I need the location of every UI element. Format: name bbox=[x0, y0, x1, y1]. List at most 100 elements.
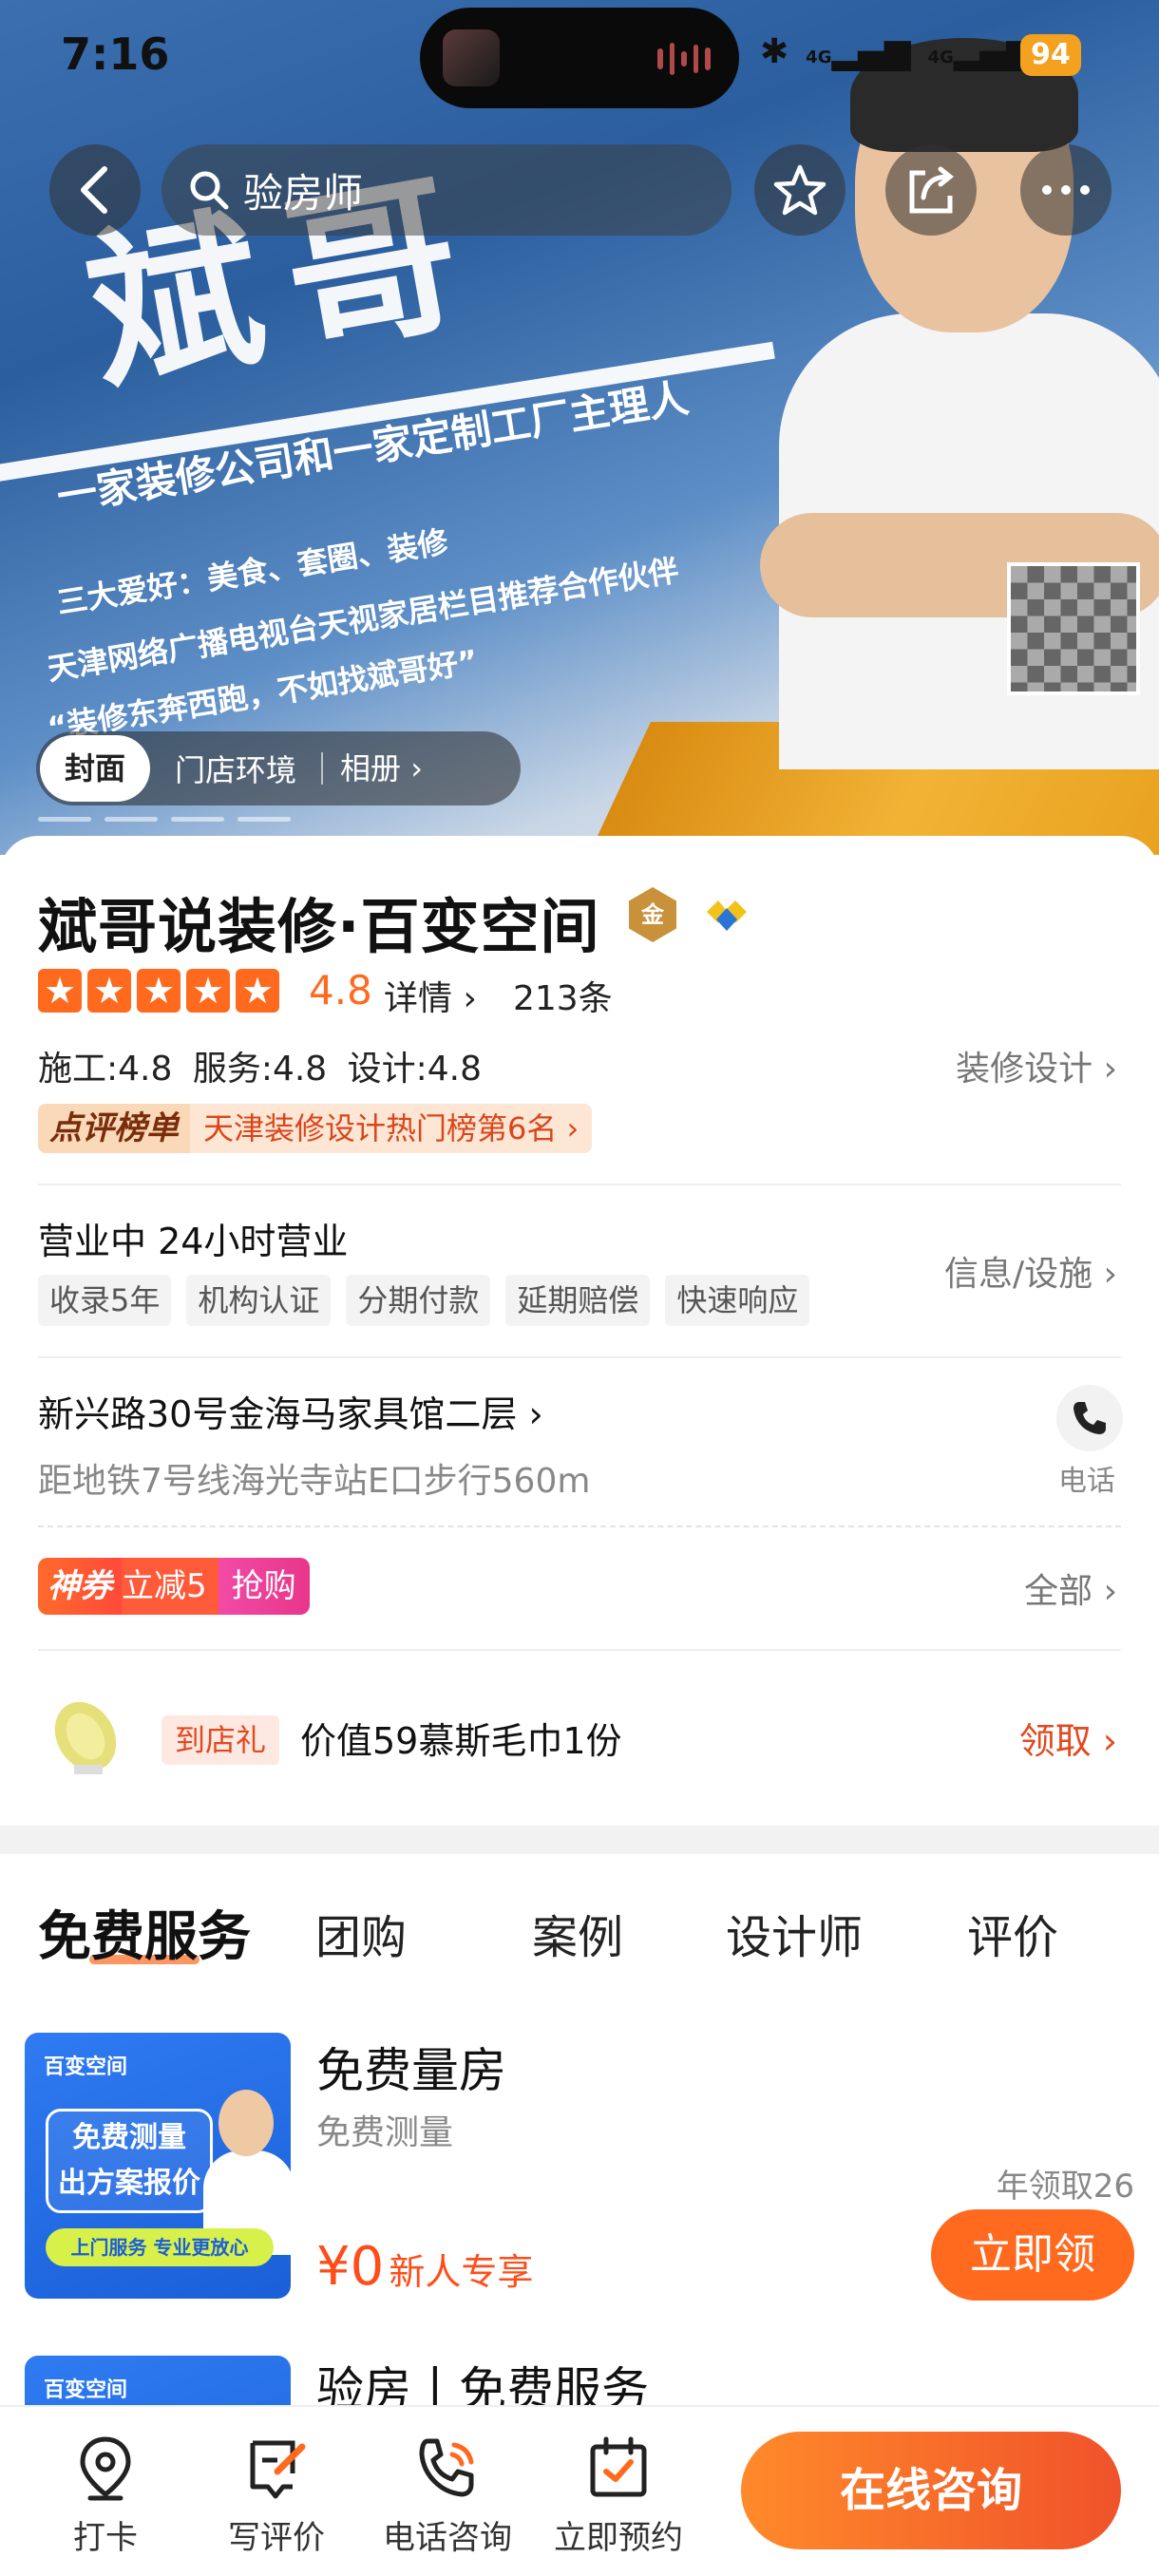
tab-group-buy[interactable]: 团购 bbox=[315, 1900, 407, 1966]
gift-description: 价值59慕斯毛巾1份 bbox=[300, 1720, 622, 1762]
online-consult-button[interactable]: 在线咨询 bbox=[741, 2432, 1121, 2549]
phone-icon bbox=[1074, 1402, 1106, 1434]
tab-store-environment[interactable]: 门店环境 bbox=[150, 747, 321, 790]
more-button[interactable] bbox=[1020, 144, 1112, 236]
product-image-slogan: 上门服务 专业更放心 bbox=[46, 2228, 274, 2266]
search-bar[interactable]: 验房师 bbox=[162, 144, 732, 236]
coupon-discount: 立减5 bbox=[122, 1558, 218, 1615]
clock: 7:16 bbox=[61, 28, 170, 80]
tab-free-service[interactable]: 免费服务 bbox=[38, 1894, 251, 1971]
product-subtitle: 免费测量 bbox=[316, 2113, 454, 2152]
bottom-action-bar: 打卡 写评价 电话咨询 立即预约 在线咨询 bbox=[0, 2405, 1159, 2576]
battery-icon: 94 bbox=[1020, 34, 1081, 76]
app-icon bbox=[443, 29, 500, 86]
tab-album[interactable]: 相册 › bbox=[321, 752, 447, 785]
checkin-button[interactable]: 打卡 bbox=[25, 2435, 186, 2558]
address-link[interactable]: 新兴路30号金海马家具馆二层 › bbox=[38, 1385, 543, 1437]
back-button[interactable] bbox=[49, 144, 141, 236]
claim-gift-link[interactable]: 领取 › bbox=[1019, 1712, 1117, 1764]
info-facilities-link[interactable]: 信息/设施 › bbox=[944, 1246, 1117, 1296]
claim-now-button[interactable]: 立即领 bbox=[931, 2209, 1134, 2301]
share-icon bbox=[909, 166, 955, 214]
phone-consult-button[interactable]: 电话咨询 bbox=[367, 2435, 528, 2558]
divider bbox=[38, 1356, 1121, 1358]
details-link-label: 详情 bbox=[384, 979, 453, 1018]
product-image-brand: 百变空间 bbox=[44, 2055, 128, 2079]
business-hours: 营业中 24小时营业 bbox=[38, 1221, 349, 1262]
star-icon bbox=[773, 164, 826, 216]
write-review-button[interactable]: 写评价 bbox=[196, 2435, 357, 2558]
coupon-badge[interactable]: 神券 立减5 抢购 bbox=[38, 1558, 310, 1615]
dashed-divider bbox=[38, 1525, 1121, 1527]
phone-button[interactable] bbox=[1056, 1385, 1123, 1451]
carousel-indicator bbox=[38, 817, 291, 822]
favorite-button[interactable] bbox=[754, 144, 846, 236]
edit-review-icon bbox=[250, 2440, 306, 2499]
search-icon bbox=[190, 171, 229, 210]
ranking-value: 天津装修设计热门榜第6名 › bbox=[190, 1104, 593, 1153]
album-tabs: 封面 门店环境 相册 › bbox=[36, 731, 521, 805]
tag: 机构认证 bbox=[186, 1275, 332, 1326]
category-link[interactable]: 装修设计 › bbox=[956, 1041, 1117, 1090]
sub-scores: 施工:4.8 服务:4.8 设计:4.8 bbox=[38, 1050, 483, 1089]
tab-reviews[interactable]: 评价 bbox=[967, 1900, 1058, 1966]
share-button[interactable] bbox=[885, 144, 977, 236]
book-now-button[interactable]: 立即预约 bbox=[538, 2435, 699, 2558]
product-image[interactable]: 百变空间 免费测量 出方案报价 上门服务 专业更放心 bbox=[25, 2033, 291, 2299]
status-bar: 7:16 ✱ 4G▂▄▆ 4G▂▄▆ 94 bbox=[0, 0, 1159, 114]
product-claim-count: 年领取26 bbox=[996, 2168, 1134, 2206]
qr-code bbox=[1007, 562, 1140, 695]
phone-label: 电话 bbox=[1058, 1465, 1115, 1498]
info-facilities-label: 信息/设施 bbox=[944, 1255, 1093, 1294]
content-tabs: 免费服务 团购 案例 设计师 评价 bbox=[0, 1854, 1159, 1997]
gold-medal-icon: 金 bbox=[629, 887, 676, 942]
product-image-headline: 免费测量 出方案报价 bbox=[46, 2109, 213, 2213]
product-price-note: 新人专享 bbox=[389, 2251, 534, 2293]
write-review-label: 写评价 bbox=[228, 2519, 325, 2557]
section-gap bbox=[0, 1826, 1159, 1854]
tab-album-label: 相册 bbox=[340, 750, 402, 786]
phone-call-icon bbox=[419, 2438, 474, 2497]
calendar-check-icon bbox=[590, 2436, 647, 2497]
diamond-badge-icon bbox=[707, 900, 747, 931]
all-deals-link[interactable]: 全部 › bbox=[1024, 1563, 1117, 1613]
towel-gift-image bbox=[54, 1701, 117, 1774]
checkin-label: 打卡 bbox=[73, 2519, 138, 2557]
ranking-badge[interactable]: 点评榜单 天津装修设计热门榜第6名 › bbox=[38, 1104, 593, 1153]
review-count: 213条 bbox=[513, 979, 613, 1018]
bluetooth-icon: ✱ bbox=[760, 32, 789, 71]
signal-icon-1: 4G▂▄▆ bbox=[806, 32, 911, 71]
metro-distance: 距地铁7号线海光寺站E口步行560m bbox=[38, 1462, 591, 1501]
tag: 收录5年 bbox=[38, 1275, 172, 1326]
details-link[interactable]: 详情 › bbox=[384, 971, 477, 1020]
back-arrow-icon bbox=[81, 166, 107, 214]
status-icons: ✱ 4G▂▄▆ 4G▂▄▆ bbox=[760, 32, 1033, 71]
book-now-label: 立即预约 bbox=[554, 2519, 683, 2557]
claim-gift-label: 领取 bbox=[1018, 1720, 1092, 1762]
tag: 分期付款 bbox=[346, 1275, 491, 1326]
ranking-key: 点评榜单 bbox=[38, 1104, 190, 1153]
more-dots-icon bbox=[1042, 185, 1090, 195]
product-price-row: ¥0 新人专享 bbox=[316, 2236, 533, 2298]
phone-consult-label: 电话咨询 bbox=[383, 2519, 512, 2557]
category-link-label: 装修设计 bbox=[956, 1050, 1093, 1089]
rating-value: 4.8 bbox=[309, 967, 372, 1013]
tag: 快速响应 bbox=[665, 1275, 810, 1326]
tab-cover[interactable]: 封面 bbox=[40, 735, 151, 802]
signal-icon-2: 4G▂▄▆ bbox=[927, 32, 1033, 71]
product-price: ¥0 bbox=[316, 2236, 385, 2298]
tab-cases[interactable]: 案例 bbox=[532, 1900, 623, 1966]
coupon-action: 抢购 bbox=[218, 1558, 310, 1615]
tab-designers[interactable]: 设计师 bbox=[726, 1900, 863, 1966]
coupon-brand: 神券 bbox=[38, 1558, 122, 1615]
shop-tags: 收录5年 机构认证 分期付款 延期赔偿 快速响应 bbox=[38, 1275, 810, 1326]
shop-name: 斌哥说装修·百变空间 bbox=[38, 892, 600, 961]
shop-info-card: 斌哥说装修·百变空间 金 4.8 详情 › 213条 施工:4.8 服务:4.8… bbox=[0, 836, 1159, 1824]
divider bbox=[38, 1649, 1121, 1651]
cover-banner[interactable]: 斌哥 一家装修公司和一家定制工厂主理人 三大爱好：美食、套圈、装修 天津网络广播… bbox=[0, 0, 1159, 855]
all-deals-label: 全部 bbox=[1024, 1572, 1093, 1611]
gift-tag: 到店礼 bbox=[162, 1715, 280, 1765]
product-title[interactable]: 免费量房 bbox=[316, 2033, 506, 2101]
product-image-brand: 百变空间 bbox=[44, 2378, 128, 2402]
location-pin-icon bbox=[80, 2436, 131, 2501]
